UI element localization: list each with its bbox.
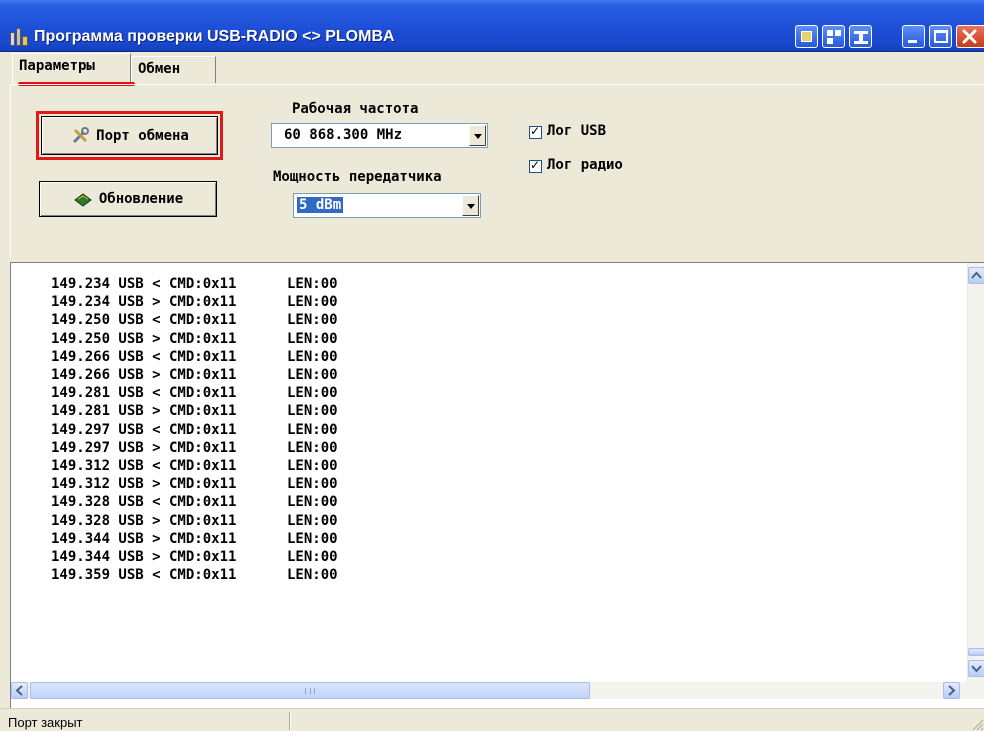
update-label: Обновление bbox=[98, 191, 184, 207]
log-line: 149.344 USB > CMD:0x11 LEN:00 bbox=[51, 530, 338, 547]
frequency-value: 60 868.300 MHz bbox=[284, 127, 403, 143]
log-line: 149.281 USB > CMD:0x11 LEN:00 bbox=[51, 403, 338, 420]
tab-strip: Параметры Обмен bbox=[0, 53, 984, 83]
log-usb-label: Лог USB bbox=[547, 123, 607, 139]
log-line: 149.328 USB > CMD:0x11 LEN:00 bbox=[51, 512, 338, 529]
vertical-scrollbar[interactable] bbox=[967, 263, 984, 683]
log-line: 149.234 USB < CMD:0x11 LEN:00 bbox=[51, 276, 338, 292]
status-text: Порт закрыт bbox=[8, 715, 83, 730]
horizontal-scrollbar[interactable] bbox=[11, 682, 984, 699]
tab-exchange[interactable]: Обмен bbox=[131, 56, 216, 83]
resize-grip-icon[interactable] bbox=[970, 717, 984, 731]
tab-parameters[interactable]: Параметры bbox=[12, 53, 131, 83]
log-line: 149.234 USB > CMD:0x11 LEN:00 bbox=[51, 294, 338, 311]
chevron-down-icon[interactable] bbox=[469, 125, 486, 146]
log-area[interactable]: 149.234 USB < CMD:0x11 LEN:00 149.234 USB… bbox=[10, 262, 984, 708]
window-extra-button-2[interactable] bbox=[822, 25, 845, 48]
scroll-right-button[interactable] bbox=[943, 682, 960, 699]
log-line: 149.250 USB < CMD:0x11 LEN:00 bbox=[51, 312, 338, 329]
log-line: 149.297 USB > CMD:0x11 LEN:00 bbox=[51, 439, 338, 456]
chevron-left-icon bbox=[15, 685, 23, 696]
frequency-label: Рабочая частота bbox=[292, 101, 419, 117]
log-radio-checkbox[interactable] bbox=[529, 158, 542, 173]
port-exchange-button[interactable]: Порт обмена bbox=[41, 116, 218, 155]
close-icon bbox=[962, 29, 977, 44]
tools-icon bbox=[73, 126, 90, 143]
window-extra-button-1[interactable] bbox=[795, 25, 818, 48]
app-icon bbox=[10, 28, 28, 46]
status-bar: Порт закрыт bbox=[0, 708, 984, 731]
log-line: 149.281 USB < CMD:0x11 LEN:00 bbox=[51, 385, 338, 402]
window-extra-button-3[interactable] bbox=[849, 25, 872, 48]
power-label: Мощность передатчика bbox=[273, 169, 442, 185]
log-line: 149.359 USB < CMD:0x11 LEN:00 bbox=[51, 567, 338, 584]
scroll-left-button[interactable] bbox=[11, 682, 28, 699]
chevron-right-icon bbox=[948, 685, 956, 696]
horizontal-scroll-thumb[interactable] bbox=[30, 682, 590, 699]
scroll-up-button[interactable] bbox=[968, 267, 984, 284]
log-line: 149.312 USB < CMD:0x11 LEN:00 bbox=[51, 458, 338, 474]
status-separator bbox=[289, 712, 291, 730]
log-line: 149.266 USB < CMD:0x11 LEN:00 bbox=[51, 348, 338, 365]
scroll-thumb[interactable] bbox=[968, 648, 984, 656]
title-bar[interactable]: Программа проверки USB-RADIO <> PLOMBA bbox=[0, 0, 984, 52]
log-line: 149.266 USB > CMD:0x11 LEN:00 bbox=[51, 367, 338, 383]
power-value: 5 dBm bbox=[297, 197, 344, 213]
frequency-select[interactable]: 60 868.300 MHz bbox=[271, 123, 488, 148]
update-button[interactable]: Обновление bbox=[39, 181, 217, 217]
chevron-up-icon bbox=[971, 271, 982, 279]
log-line: 149.328 USB < CMD:0x11 LEN:00 bbox=[51, 494, 338, 511]
scroll-down-button[interactable] bbox=[968, 660, 984, 677]
close-button[interactable] bbox=[956, 25, 984, 48]
log-radio-label: Лог радио bbox=[547, 157, 623, 173]
window-title: Программа проверки USB-RADIO <> PLOMBA bbox=[34, 28, 395, 45]
chip-icon bbox=[74, 193, 92, 207]
log-line: 149.297 USB < CMD:0x11 LEN:00 bbox=[51, 421, 338, 438]
power-select[interactable]: 5 dBm bbox=[293, 193, 481, 218]
log-usb-checkbox[interactable] bbox=[529, 124, 542, 139]
minimize-button[interactable] bbox=[902, 25, 925, 48]
port-exchange-label: Порт обмена bbox=[96, 127, 189, 144]
log-line: 149.250 USB > CMD:0x11 LEN:00 bbox=[51, 330, 338, 347]
maximize-button[interactable] bbox=[929, 25, 952, 48]
log-line: 149.344 USB > CMD:0x11 LEN:00 bbox=[51, 549, 338, 565]
chevron-down-icon[interactable] bbox=[462, 195, 479, 216]
log-line: 149.312 USB > CMD:0x11 LEN:00 bbox=[51, 476, 338, 493]
chevron-down-icon bbox=[971, 665, 982, 673]
